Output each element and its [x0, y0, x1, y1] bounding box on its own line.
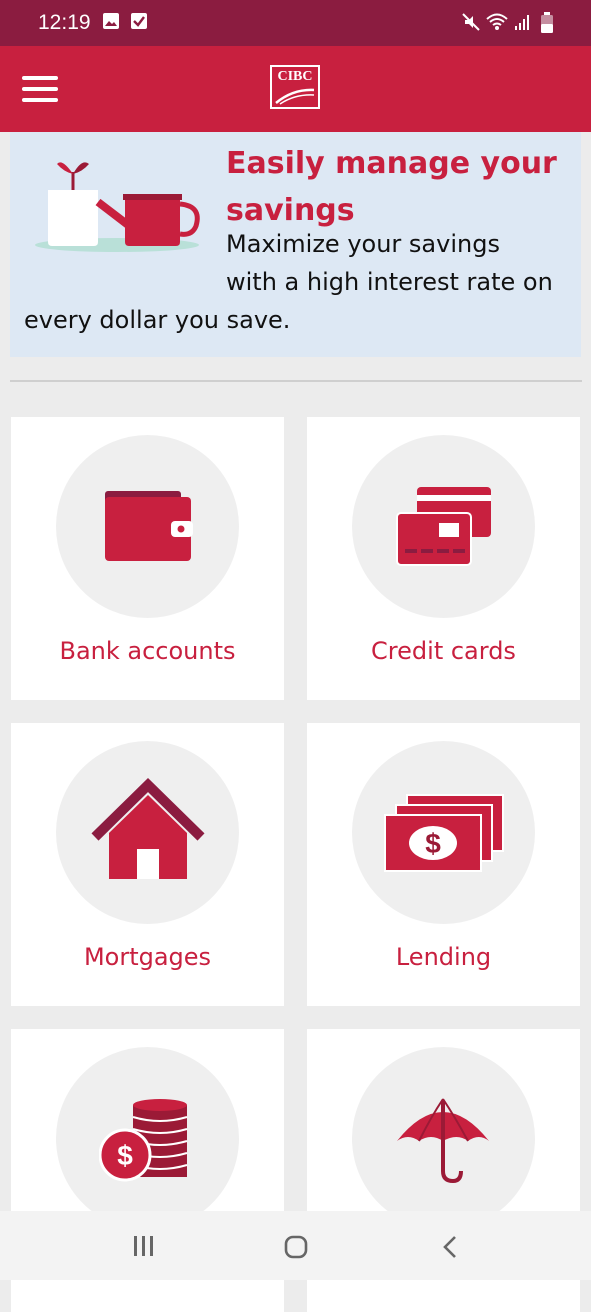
divider	[10, 380, 582, 382]
house-icon	[91, 777, 205, 879]
tile-label: Lending	[395, 943, 492, 971]
tile-bank-accounts[interactable]: Bank accounts	[11, 417, 284, 700]
home-icon[interactable]	[256, 1211, 336, 1280]
tile-mortgages[interactable]: Mortgages	[11, 723, 284, 1006]
banner-description-line: with a high interest rate on	[226, 268, 553, 296]
wallet-icon	[105, 491, 193, 561]
app-bar: CIBC	[0, 46, 591, 132]
banner-description-line: every dollar you save.	[24, 306, 291, 334]
wifi-icon	[486, 13, 508, 30]
umbrella-icon	[397, 1098, 489, 1183]
coins-icon: $	[99, 1099, 188, 1182]
logo-swoosh	[275, 88, 315, 105]
svg-text:$: $	[425, 828, 441, 859]
tile-label: Mortgages	[83, 943, 212, 971]
tile-label: Bank accounts	[59, 637, 236, 665]
battery-icon	[541, 12, 553, 33]
hamburger-menu-icon[interactable]	[22, 76, 58, 102]
signal-icon	[515, 15, 529, 30]
recent-apps-icon[interactable]	[104, 1211, 184, 1280]
mute-icon	[462, 13, 480, 31]
status-time: 12:19	[38, 11, 91, 34]
savings-plant-illustration	[35, 162, 200, 252]
back-icon[interactable]	[410, 1211, 490, 1280]
promo-banner[interactable]: Easily manage your savings Maximize your…	[10, 132, 581, 357]
system-nav-bar	[0, 1211, 591, 1280]
logo-text: CIBC	[277, 69, 313, 84]
tile-label: Credit cards	[371, 637, 516, 665]
status-bar: 12:19	[0, 0, 591, 46]
banner-title: Easily manage your savings	[226, 146, 557, 228]
check-box-icon	[131, 13, 147, 29]
banner-description-line: Maximize your savings	[226, 230, 500, 258]
cibc-logo: CIBC	[270, 65, 320, 109]
credit-cards-icon	[396, 487, 491, 566]
image-icon	[103, 13, 119, 29]
tile-lending[interactable]: $ Lending	[307, 723, 580, 1006]
tile-credit-cards[interactable]: Credit cards	[307, 417, 580, 700]
svg-text:$: $	[117, 1140, 133, 1171]
cash-bills-icon: $	[384, 794, 504, 872]
